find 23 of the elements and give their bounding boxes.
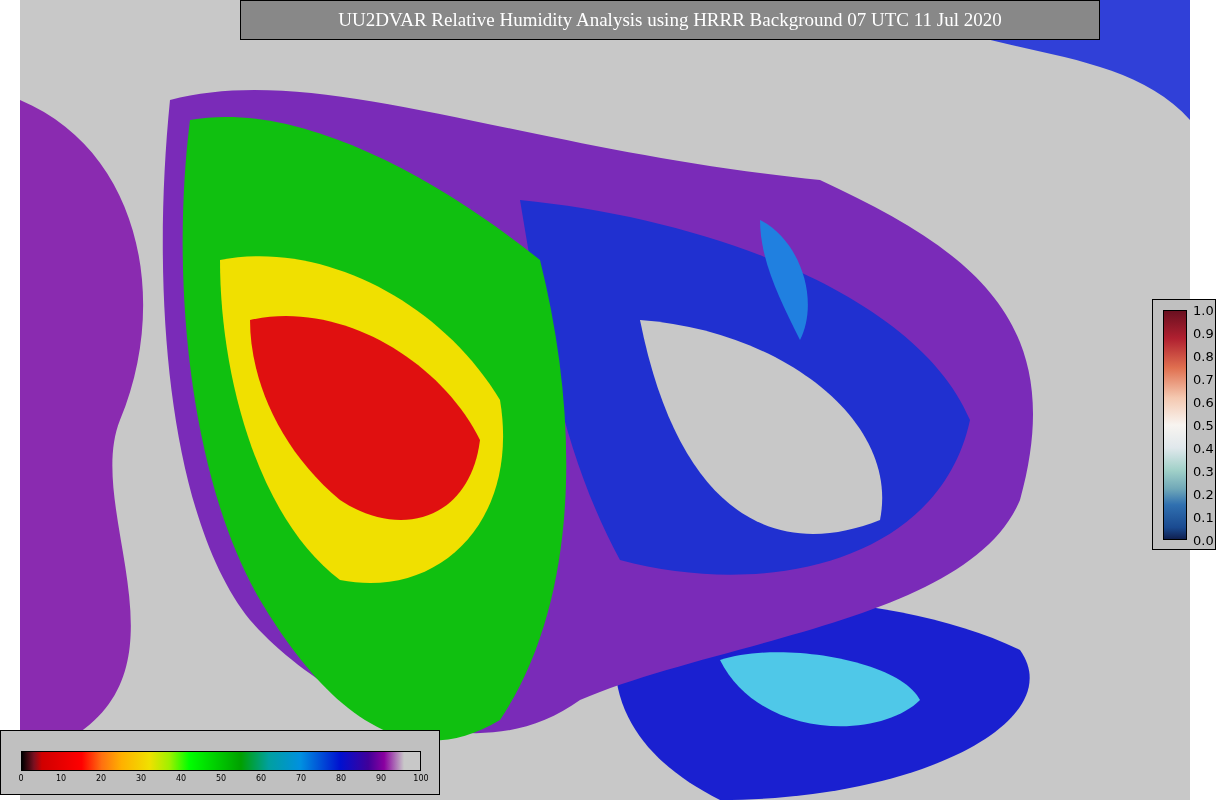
colorbar-label: 0.3 <box>1193 463 1214 479</box>
colorbar-label: 0.5 <box>1193 417 1214 433</box>
colorbar-label: 1.0 <box>1193 302 1214 318</box>
colorbar-label: 50 <box>215 774 227 783</box>
colorbar-label: 0.8 <box>1193 348 1214 364</box>
colorbar-label: 30 <box>135 774 147 783</box>
colorbar-label: 90 <box>375 774 387 783</box>
colorbar-label: 0.4 <box>1193 440 1214 456</box>
colorbar-label: 80 <box>335 774 347 783</box>
colorbar-label: 0.7 <box>1193 371 1214 387</box>
colorbar-label: 20 <box>95 774 107 783</box>
colorbar-label: 0.9 <box>1193 325 1214 341</box>
colorbar-label: 40 <box>175 774 187 783</box>
colorbar-label: 60 <box>255 774 267 783</box>
colorbar-label: 100 <box>413 774 429 783</box>
colorbar-label: 70 <box>295 774 307 783</box>
colorbar-label: 0.2 <box>1193 486 1214 502</box>
colorbar-label: 0.1 <box>1193 509 1214 525</box>
colorbar-label: 10 <box>55 774 67 783</box>
colorbar-label: 0 <box>18 774 24 783</box>
map-title: UU2DVAR Relative Humidity Analysis using HRRR Background 07 UTC 11 Jul 2020 <box>240 0 1100 40</box>
colorbar-label: 0.0 <box>1193 532 1214 548</box>
colorbar-label: 0.6 <box>1193 394 1214 410</box>
